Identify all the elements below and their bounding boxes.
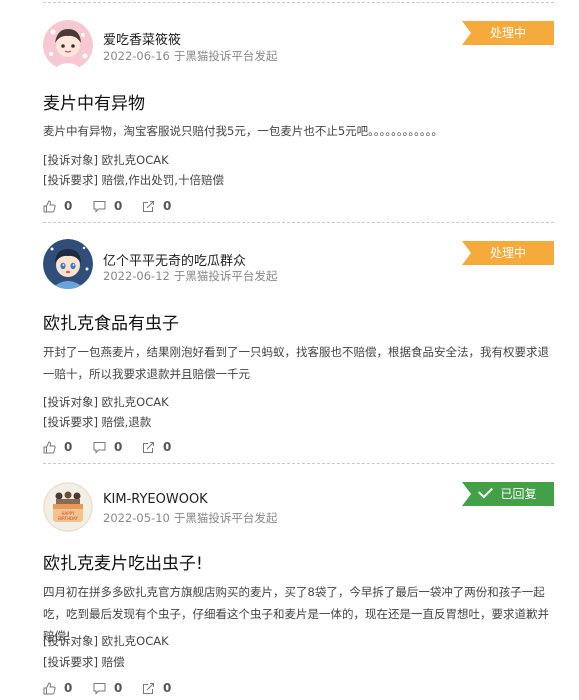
share-icon bbox=[143, 682, 154, 694]
divider bbox=[43, 463, 554, 464]
field-label: [投诉要求] bbox=[43, 655, 98, 669]
status-label: 已回复 bbox=[500, 487, 537, 501]
share-count: 0 bbox=[163, 199, 172, 213]
field-label: [投诉对象] bbox=[43, 634, 98, 648]
status-badge: 处理中 bbox=[462, 21, 554, 45]
comment-count: 0 bbox=[114, 681, 123, 695]
complaint-title[interactable]: 麦片中有异物 bbox=[43, 89, 145, 114]
comment-icon bbox=[93, 682, 106, 695]
status-label: 处理中 bbox=[489, 246, 526, 260]
post-source: 于黑猫投诉平台发起 bbox=[173, 511, 278, 525]
status-label: 处理中 bbox=[489, 26, 526, 40]
comment-button[interactable]: 0 bbox=[93, 198, 122, 214]
complaint-demand: [投诉要求] 赔偿 bbox=[43, 654, 125, 670]
field-label: [投诉要求] bbox=[43, 173, 98, 187]
like-button[interactable]: 0 bbox=[43, 198, 72, 214]
complaint-target: [投诉对象] 欧扎克OCAK bbox=[43, 394, 169, 410]
like-count: 0 bbox=[64, 440, 73, 454]
complaint-title[interactable]: 欧扎克食品有虫子 bbox=[43, 309, 179, 334]
field-label: [投诉要求] bbox=[43, 415, 98, 429]
thumbs-up-icon bbox=[43, 681, 56, 694]
svg-text:BIRTHDAY: BIRTHDAY bbox=[58, 516, 78, 521]
comment-icon bbox=[93, 200, 106, 213]
avatar[interactable] bbox=[43, 20, 93, 70]
post-meta: 2022-06-12 于黑猫投诉平台发起 bbox=[103, 268, 277, 284]
field-label: [投诉对象] bbox=[43, 153, 98, 167]
post-date: 2022-06-12 bbox=[103, 269, 170, 283]
check-icon bbox=[478, 483, 494, 499]
share-button[interactable]: 0 bbox=[142, 439, 171, 455]
share-count: 0 bbox=[163, 440, 172, 454]
share-button[interactable]: 0 bbox=[142, 680, 171, 696]
complaint-demand: [投诉要求] 赔偿,作出处罚,十倍赔偿 bbox=[43, 172, 224, 188]
field-value: 欧扎克OCAK bbox=[101, 634, 169, 648]
status-badge: 已回复 bbox=[462, 482, 554, 506]
share-icon bbox=[143, 441, 154, 453]
comment-icon bbox=[93, 441, 106, 454]
like-button[interactable]: 0 bbox=[43, 439, 72, 455]
like-count: 0 bbox=[64, 199, 73, 213]
field-value: 赔偿,作出处罚,十倍赔偿 bbox=[101, 173, 224, 187]
comment-button[interactable]: 0 bbox=[93, 439, 122, 455]
complaint-demand: [投诉要求] 赔偿,退款 bbox=[43, 414, 151, 430]
comment-button[interactable]: 0 bbox=[93, 680, 122, 696]
share-icon bbox=[143, 200, 154, 212]
post-date: 2022-06-16 bbox=[103, 49, 170, 63]
complaint-body: 麦片中有异物，淘宝客服说只赔付我5元，一包麦片也不止5元吧。。。。。。。。。。。… bbox=[43, 124, 443, 138]
post-meta: 2022-06-16 于黑猫投诉平台发起 bbox=[103, 48, 277, 64]
author-name[interactable]: 爱吃香菜筱筱 bbox=[103, 29, 181, 48]
thumbs-up-icon bbox=[43, 440, 56, 453]
share-count: 0 bbox=[163, 681, 172, 695]
post-date: 2022-05-10 bbox=[103, 511, 170, 525]
comment-count: 0 bbox=[114, 440, 123, 454]
field-value: 赔偿,退款 bbox=[101, 415, 152, 429]
divider bbox=[43, 2, 554, 3]
author-name[interactable]: KIM-RYEOWOOK bbox=[103, 492, 208, 507]
complaint-target: [投诉对象] 欧扎克OCAK bbox=[43, 633, 169, 649]
field-value: 欧扎克OCAK bbox=[101, 153, 169, 167]
share-button[interactable]: 0 bbox=[142, 198, 171, 214]
divider bbox=[43, 222, 554, 223]
field-value: 欧扎克OCAK bbox=[101, 395, 169, 409]
field-value: 赔偿 bbox=[101, 655, 125, 669]
comment-count: 0 bbox=[114, 199, 123, 213]
status-badge: 处理中 bbox=[462, 241, 554, 265]
post-source: 于黑猫投诉平台发起 bbox=[173, 49, 278, 63]
field-label: [投诉对象] bbox=[43, 395, 98, 409]
complaint-target: [投诉对象] 欧扎克OCAK bbox=[43, 152, 169, 168]
like-count: 0 bbox=[64, 681, 73, 695]
complaint-title[interactable]: 欧扎克麦片吃出虫子! bbox=[43, 549, 203, 574]
like-button[interactable]: 0 bbox=[43, 680, 72, 696]
avatar[interactable] bbox=[43, 239, 93, 289]
post-meta: 2022-05-10 于黑猫投诉平台发起 bbox=[103, 510, 277, 526]
post-source: 于黑猫投诉平台发起 bbox=[173, 269, 278, 283]
complaint-body: 开封了一包燕麦片，结果刚泡好看到了一只蚂蚁，找客服也不赔偿，根据食品安全法，我有… bbox=[43, 345, 549, 381]
author-name[interactable]: 亿个平平无奇的吃瓜群众 bbox=[103, 250, 246, 269]
thumbs-up-icon bbox=[43, 199, 56, 212]
avatar[interactable]: HAPPY BIRTHDAY bbox=[43, 482, 93, 532]
